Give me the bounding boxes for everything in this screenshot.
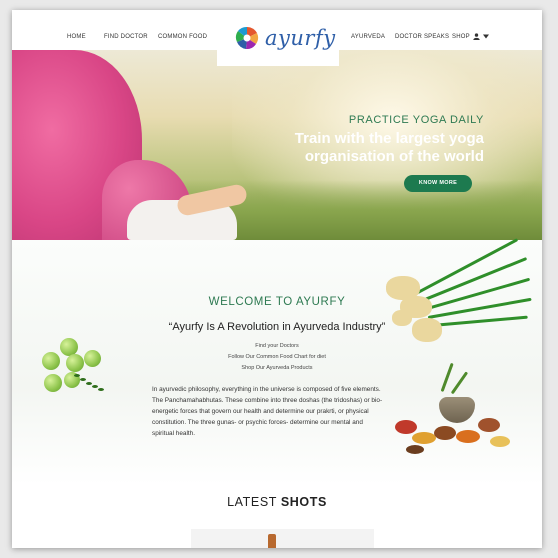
product-bottle-image xyxy=(268,534,276,548)
welcome-section: WELCOME TO AYURFY “Ayurfy Is A Revolutio… xyxy=(12,238,542,485)
food-chart-link[interactable]: Follow Our Common Food Chart for diet xyxy=(12,354,542,360)
welcome-paragraph: In ayurvedic philosophy, everything in t… xyxy=(152,386,383,437)
latest-shot-card[interactable] xyxy=(191,529,374,548)
latest-shots-title-light: LATEST xyxy=(227,495,277,509)
nav-shop[interactable]: SHOP xyxy=(452,33,489,40)
welcome-quote: “Ayurfy Is A Revolution in Ayurveda Indu… xyxy=(168,321,386,333)
latest-shots-title-bold: SHOTS xyxy=(280,495,327,509)
nav-doctor-speaks[interactable]: DOCTOR SPEAKS xyxy=(395,34,449,40)
nav-common-food[interactable]: COMMON FOOD xyxy=(158,34,207,40)
hero-banner: PRACTICE YOGA DAILY Train with the large… xyxy=(12,50,542,240)
page-frame: HOME FIND DOCTOR COMMON FOOD AYURVEDA DO… xyxy=(12,10,542,548)
nav-shop-label[interactable]: SHOP xyxy=(452,34,470,40)
shop-products-link[interactable]: Shop Our Ayurveda Products xyxy=(12,365,542,371)
logo-text: ayurfy xyxy=(265,26,336,50)
hero-subtitle: PRACTICE YOGA DAILY xyxy=(348,114,484,126)
caret-down-icon[interactable] xyxy=(482,34,489,39)
find-doctors-link[interactable]: Find your Doctors xyxy=(12,343,542,349)
ayurfy-logo-icon xyxy=(235,26,259,50)
welcome-title: WELCOME TO AYURFY xyxy=(208,296,346,308)
know-more-button[interactable]: KNOW MORE xyxy=(404,175,472,192)
nav-ayurveda[interactable]: AYURVEDA xyxy=(351,34,385,40)
logo[interactable]: ayurfy xyxy=(217,10,339,66)
nav-find-doctor[interactable]: FIND DOCTOR xyxy=(104,34,148,40)
nav-home[interactable]: HOME xyxy=(67,34,86,40)
hero-title: Train with the largest yoga organisation… xyxy=(294,130,484,165)
user-icon[interactable] xyxy=(473,33,480,40)
latest-shots-heading: LATEST SHOTS xyxy=(12,495,542,509)
